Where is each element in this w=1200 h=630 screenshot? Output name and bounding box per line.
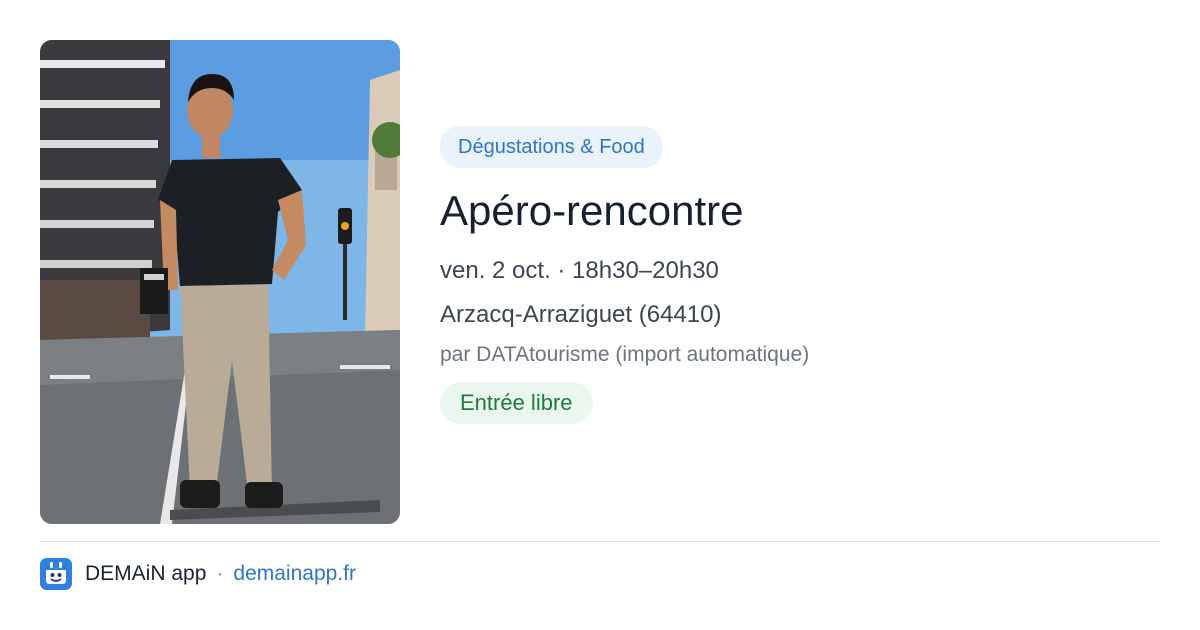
price-badge: Entrée libre — [440, 382, 593, 424]
demain-logo-icon — [40, 558, 72, 590]
event-title: Apéro-rencontre — [440, 187, 744, 234]
footer: DEMAiN app · demainapp.fr — [40, 558, 356, 590]
event-photo — [40, 40, 400, 524]
app-domain-link[interactable]: demainapp.fr — [233, 562, 356, 586]
footer-divider — [40, 541, 1160, 542]
event-location: Arzacq-Arraziguet (64410) — [440, 301, 722, 328]
footer-separator: · — [216, 562, 224, 585]
event-datetime: ven. 2 oct. · 18h30–20h30 — [440, 257, 719, 284]
app-name: DEMAiN app — [85, 562, 207, 585]
category-badge[interactable]: Dégustations & Food — [440, 126, 663, 168]
event-details: Dégustations & Food Apéro-rencontre ven.… — [440, 126, 1160, 424]
event-source: par DATAtourisme (import automatique) — [440, 343, 810, 366]
